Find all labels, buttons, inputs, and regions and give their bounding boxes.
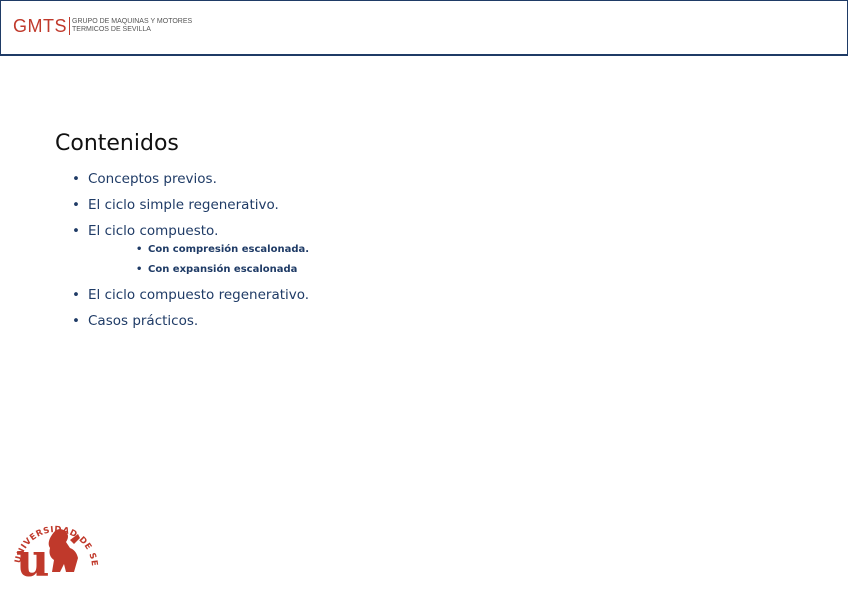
university-seal-logo: UNIVERSIDAD DE SEVILLA u xyxy=(6,492,98,582)
sub-item-compresion: Con compresión escalonada. xyxy=(134,240,309,260)
list-item-casos-practicos: Casos prácticos. xyxy=(70,308,309,334)
sub-item-expansion: Con expansión escalonada xyxy=(134,260,309,280)
contents-list: Conceptos previos. El ciclo simple regen… xyxy=(70,166,309,334)
gmts-logo: GMTS GRUPO DE MAQUINAS Y MOTORES TERMICO… xyxy=(13,17,192,35)
list-item-label: El ciclo compuesto. xyxy=(88,223,219,239)
list-item-ciclo-compuesto: El ciclo compuesto. Con compresión escal… xyxy=(70,218,309,280)
header-bar: GMTS GRUPO DE MAQUINAS Y MOTORES TERMICO… xyxy=(0,0,848,56)
logo-mark: GMTS xyxy=(13,16,67,36)
list-item-ciclo-simple: El ciclo simple regenerativo. xyxy=(70,192,309,218)
logo-separator xyxy=(69,17,70,35)
slide-title: Contenidos xyxy=(55,130,179,156)
list-item-conceptos: Conceptos previos. xyxy=(70,166,309,192)
logo-line2: TERMICOS DE SEVILLA xyxy=(72,26,151,33)
logo-line1: GRUPO DE MAQUINAS Y MOTORES xyxy=(72,18,193,25)
logo-text: GRUPO DE MAQUINAS Y MOTORES TERMICOS DE … xyxy=(72,18,192,34)
list-item-compuesto-regenerativo: El ciclo compuesto regenerativo. xyxy=(70,282,309,308)
sub-list: Con compresión escalonada. Con expansión… xyxy=(134,240,309,280)
seal-letter: u xyxy=(16,533,49,582)
